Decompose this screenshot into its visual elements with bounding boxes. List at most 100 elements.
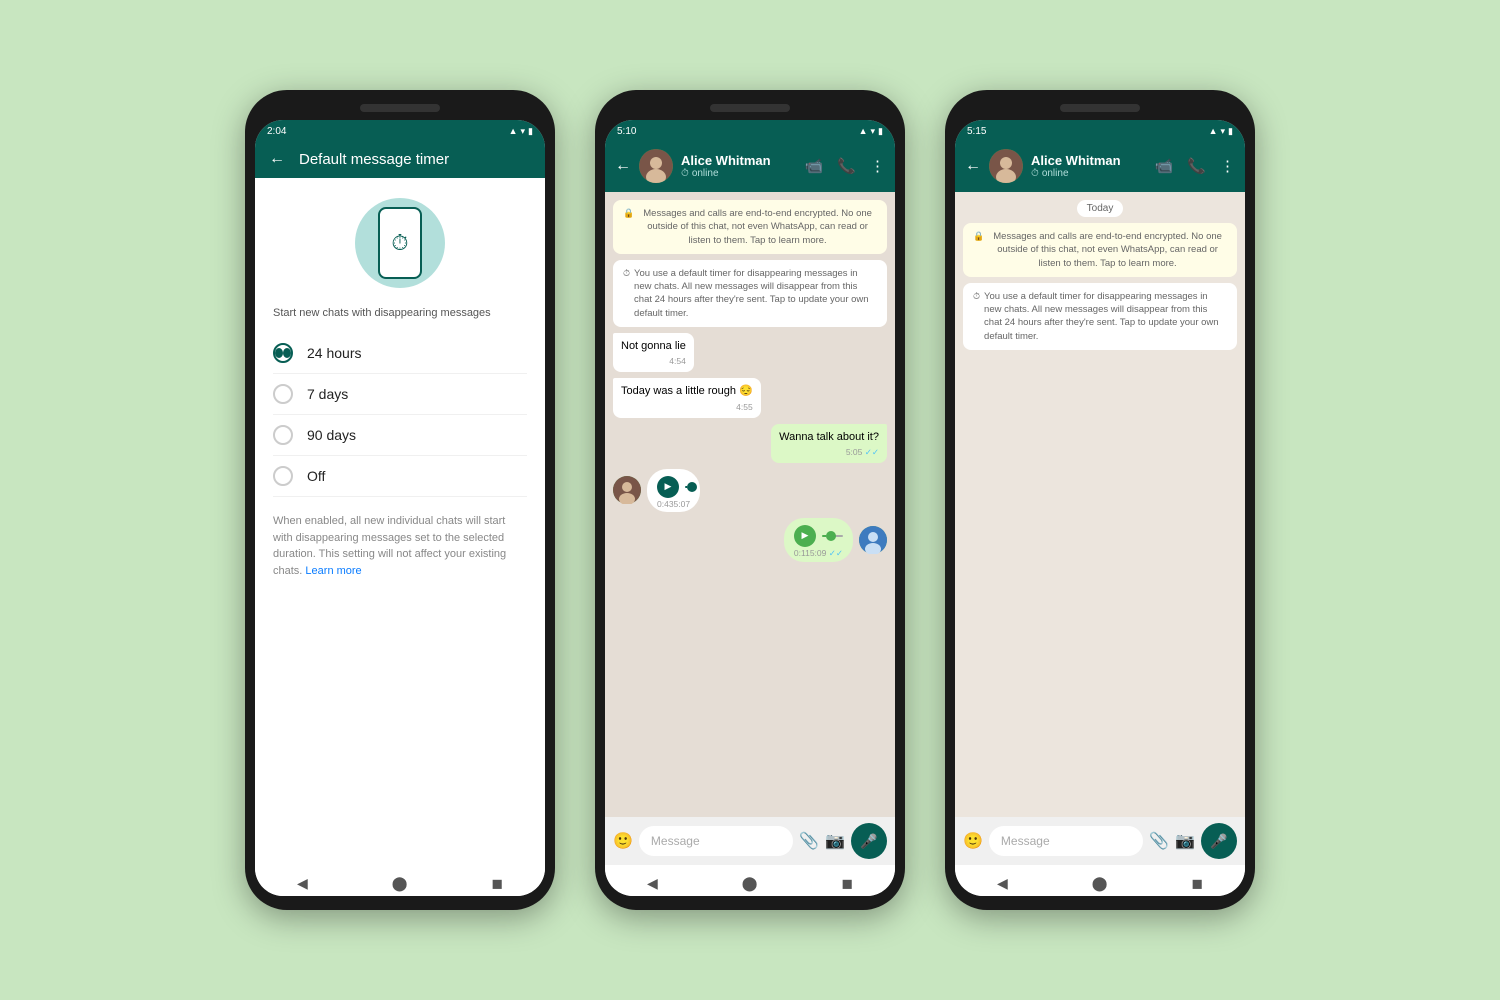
voice-incoming: ▶ 0:43 5:07: [613, 469, 700, 512]
encryption-notice2[interactable]: 🔒 Messages and calls are end-to-end encr…: [613, 200, 887, 254]
recents-nav-icon[interactable]: ◼: [491, 875, 503, 892]
phone3-chat-header-info: Alice Whitman ⏱ online: [1031, 153, 1147, 180]
voice-play-icon-out[interactable]: ▶: [794, 525, 816, 547]
phone3-back-icon[interactable]: ←: [965, 157, 981, 175]
emoji-icon2[interactable]: 🙂: [613, 831, 633, 851]
phone1-nav-bar: ◀ ⬤ ◼: [255, 865, 545, 896]
disappear-notice2[interactable]: ⏱ You use a default timer for disappeari…: [613, 260, 887, 327]
learn-more-link[interactable]: Learn more: [305, 565, 361, 577]
back-arrow-icon[interactable]: ←: [269, 150, 285, 168]
phone2-input-bar: 🙂 Message 📎 📷 🎤: [605, 817, 895, 865]
radio-off-circle: [273, 466, 293, 486]
illustration-circle: ⏱: [355, 198, 445, 288]
mic-button2[interactable]: 🎤: [851, 823, 887, 859]
section-label: Start new chats with disappearing messag…: [273, 306, 527, 321]
phone2-avatar[interactable]: [639, 149, 673, 183]
disappear-notice3[interactable]: ⏱ You use a default timer for disappeari…: [963, 283, 1237, 350]
phone2-status-icons: ▲ ▾ ▮: [859, 126, 883, 137]
back-nav-icon2[interactable]: ◀: [647, 875, 658, 892]
radio-90days[interactable]: 90 days: [273, 415, 527, 456]
radio-off-label: Off: [307, 468, 325, 484]
video-call-icon3[interactable]: 📹: [1155, 157, 1174, 175]
timer-disappear-icon3: ⏱: [973, 290, 980, 303]
radio-24h-label: 24 hours: [307, 345, 361, 361]
input-placeholder3: Message: [1001, 834, 1050, 848]
phone2-message-input[interactable]: Message: [639, 826, 793, 856]
radio-90days-circle: [273, 425, 293, 445]
phone2-chat-header: ← Alice Whitman ⏱ online 📹 📞 ⋮: [605, 140, 895, 192]
msg-time-0: 4:54: [621, 356, 686, 368]
back-nav-icon3[interactable]: ◀: [997, 875, 1008, 892]
phone2-speaker: [710, 104, 790, 112]
phone3-time: 5:15: [967, 126, 986, 137]
home-nav-icon2[interactable]: ⬤: [742, 875, 758, 892]
phone3-avatar[interactable]: [989, 149, 1023, 183]
timer-icon: ⏱: [391, 230, 408, 256]
footer-note: When enabled, all new individual chats w…: [273, 513, 527, 579]
msg-little-rough: Today was a little rough 😔 4:55: [613, 378, 761, 417]
wifi-icon3: ▾: [1221, 126, 1226, 137]
encryption-notice3[interactable]: 🔒 Messages and calls are end-to-end encr…: [963, 223, 1237, 277]
phone3-chat-status: ⏱ online: [1031, 168, 1147, 179]
illustration: ⏱: [273, 198, 527, 288]
phone1: 2:04 ▲ ▾ ▮ ← Default message timer ⏱ Sta…: [245, 90, 555, 910]
attach-icon3[interactable]: 📎: [1149, 831, 1169, 851]
phone2-status-bar: 5:10 ▲ ▾ ▮: [605, 120, 895, 140]
radio-7days-label: 7 days: [307, 386, 348, 402]
more-icon3[interactable]: ⋮: [1220, 157, 1235, 175]
mic-button3[interactable]: 🎤: [1201, 823, 1237, 859]
home-nav-icon[interactable]: ⬤: [392, 875, 408, 892]
radio-7days[interactable]: 7 days: [273, 374, 527, 415]
phone1-screen: 2:04 ▲ ▾ ▮ ← Default message timer ⏱ Sta…: [255, 120, 545, 896]
phone2-header-icons: 📹 📞 ⋮: [805, 157, 885, 175]
attach-icon2[interactable]: 📎: [799, 831, 819, 851]
voice-bubble-incoming[interactable]: ▶ 0:43 5:07: [647, 469, 700, 512]
timer-disappear-icon: ⏱: [623, 267, 630, 280]
more-icon[interactable]: ⋮: [870, 157, 885, 175]
phone1-time: 2:04: [267, 126, 286, 137]
signal-icon2: ▲: [859, 126, 868, 136]
battery-icon3: ▮: [1228, 126, 1233, 137]
voice-waveform-outgoing: [822, 535, 843, 537]
back-nav-icon[interactable]: ◀: [297, 875, 308, 892]
call-icon3[interactable]: 📞: [1187, 157, 1206, 175]
phone3-status-bar: 5:15 ▲ ▾ ▮: [955, 120, 1245, 140]
camera-icon2[interactable]: 📷: [825, 831, 845, 851]
read-check-icon: ✓✓: [865, 447, 879, 457]
phone1-header: ← Default message timer: [255, 140, 545, 178]
voice-waveform-incoming: [685, 486, 690, 488]
radio-off[interactable]: Off: [273, 456, 527, 497]
msg-wanna-talk: Wanna talk about it? 5:05 ✓✓: [771, 424, 887, 463]
voice-play-icon[interactable]: ▶: [657, 476, 679, 498]
read-check-voice: ✓✓: [829, 548, 843, 558]
phone1-status-bar: 2:04 ▲ ▾ ▮: [255, 120, 545, 140]
call-icon[interactable]: 📞: [837, 157, 856, 175]
video-call-icon[interactable]: 📹: [805, 157, 824, 175]
phone2-contact-name: Alice Whitman: [681, 153, 797, 169]
phone2-back-icon[interactable]: ←: [615, 157, 631, 175]
phone3-message-input[interactable]: Message: [989, 826, 1143, 856]
phone2-chat-status: ⏱ online: [681, 168, 797, 179]
phone2-nav-bar: ◀ ⬤ ◼: [605, 865, 895, 896]
radio-24h[interactable]: 24 hours: [273, 333, 527, 374]
phone2-screen: 5:10 ▲ ▾ ▮ ← Alice Whitman ⏱ online 📹: [605, 120, 895, 896]
phone3-chat-header: ← Alice Whitman ⏱ online 📹 📞 ⋮: [955, 140, 1245, 192]
phone3-header-icons: 📹 📞 ⋮: [1155, 157, 1235, 175]
radio-7days-circle: [273, 384, 293, 404]
signal-icon: ▲: [509, 126, 518, 136]
emoji-icon3[interactable]: 🙂: [963, 831, 983, 851]
date-badge: Today: [1077, 200, 1124, 217]
wifi-icon2: ▾: [871, 126, 876, 137]
lock-icon: 🔒: [623, 207, 634, 220]
voice-times-outgoing: 0:11 5:09 ✓✓: [794, 548, 843, 559]
recents-nav-icon2[interactable]: ◼: [841, 875, 853, 892]
phone2-chat-header-info: Alice Whitman ⏱ online: [681, 153, 797, 180]
phone2-time: 5:10: [617, 126, 636, 137]
signal-icon3: ▲: [1209, 126, 1218, 136]
recents-nav-icon3[interactable]: ◼: [1191, 875, 1203, 892]
phone3-screen: 5:15 ▲ ▾ ▮ ← Alice Whitman ⏱ online 📹: [955, 120, 1245, 896]
home-nav-icon3[interactable]: ⬤: [1092, 875, 1108, 892]
voice-inner-incoming: ▶: [657, 476, 690, 498]
camera-icon3[interactable]: 📷: [1175, 831, 1195, 851]
voice-bubble-outgoing[interactable]: ▶ 0:11 5:09 ✓✓: [784, 518, 853, 562]
